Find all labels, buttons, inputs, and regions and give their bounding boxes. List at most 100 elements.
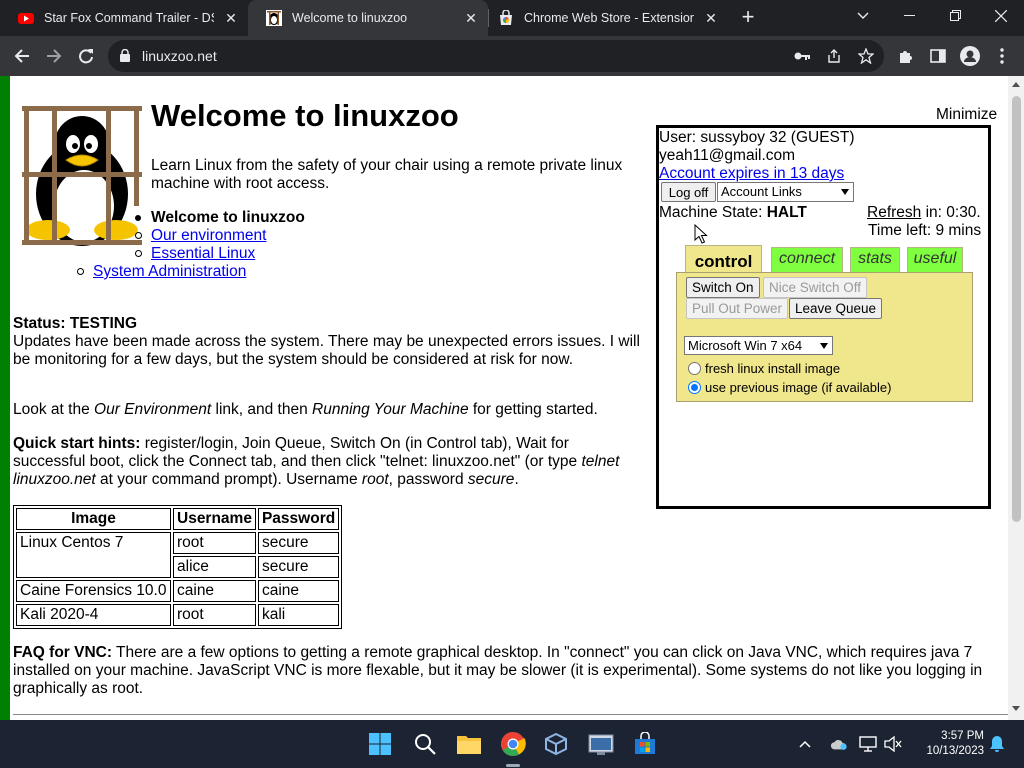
tab-chrome-web-store[interactable]: Chrome Web Store - Extensions ✕ (480, 0, 728, 36)
search-icon[interactable] (411, 730, 439, 758)
lookat-pre: Look at the (13, 401, 95, 418)
share-icon[interactable] (824, 46, 844, 66)
new-tab-button[interactable]: + (736, 6, 760, 30)
leave-queue-button[interactable]: Leave Queue (789, 298, 883, 319)
tab-useful[interactable]: useful (907, 247, 963, 273)
radio-previous-image[interactable] (688, 381, 701, 394)
minimize-window-icon[interactable] (886, 0, 932, 32)
radio-fresh-install[interactable] (688, 362, 701, 375)
show-hidden-icons-chevron-icon[interactable] (796, 735, 814, 753)
chrome-icon[interactable] (499, 730, 527, 758)
scroll-down-arrow-icon[interactable] (1012, 706, 1020, 711)
close-window-icon[interactable] (978, 0, 1024, 32)
table-row: Linux Centos 7 root secure (16, 532, 340, 578)
hints-text: at your command prompt). Username (95, 471, 362, 488)
bookmark-star-icon[interactable] (856, 46, 876, 66)
chrome-menu-icon[interactable] (988, 42, 1016, 70)
side-panel-icon[interactable] (924, 42, 952, 70)
hints-text: , password (388, 471, 468, 488)
chrome-running-indicator (506, 764, 520, 767)
refresh-countdown: Refresh in: 0:30. (867, 204, 981, 222)
nav-item-system-administration[interactable]: System Administration (77, 263, 246, 281)
bullet-circle (77, 268, 84, 275)
forward-arrow-icon[interactable] (40, 42, 68, 70)
nav-item-our-environment[interactable]: Our environment (135, 227, 266, 245)
tab-star-fox[interactable]: Star Fox Command Trailer - DS - ✕ (0, 0, 248, 36)
address-bar[interactable]: linuxzoo.net (108, 40, 884, 72)
remote-desktop-app-icon[interactable] (587, 730, 615, 758)
essential-linux-link[interactable]: Essential Linux (151, 245, 255, 262)
lock-icon[interactable] (120, 49, 130, 62)
mouse-pointer-icon (694, 224, 708, 244)
tab-title: Star Fox Command Trailer - DS - (44, 11, 214, 25)
tab-stats[interactable]: stats (850, 247, 900, 273)
intro-text: Learn Linux from the safety of your chai… (151, 157, 623, 192)
profile-avatar-icon[interactable] (956, 42, 984, 70)
switch-on-button[interactable]: Switch On (686, 277, 760, 298)
account-links-value: Account Links (721, 184, 802, 199)
refresh-link[interactable]: Refresh (867, 204, 921, 221)
reload-icon[interactable] (72, 42, 100, 70)
network-icon[interactable] (859, 735, 877, 753)
os-image-select[interactable]: Microsoft Win 7 x64 (684, 336, 833, 355)
system-administration-link[interactable]: System Administration (93, 263, 246, 280)
key-icon[interactable] (792, 46, 812, 66)
scrollbar-thumb[interactable] (1012, 96, 1021, 522)
refresh-in-text: in: 0:30. (921, 204, 981, 221)
bullet-circle (135, 250, 142, 257)
tab-title: Welcome to linuxzoo (292, 11, 408, 25)
back-arrow-icon[interactable] (8, 42, 36, 70)
nav-current-label: Welcome to linuxzoo (151, 209, 305, 226)
cell-username: root (173, 604, 256, 626)
minimize-panel-button[interactable]: Minimize (936, 106, 997, 124)
nice-switch-off-button[interactable]: Nice Switch Off (763, 277, 868, 298)
browser-toolbar: linuxzoo.net (0, 36, 1024, 76)
scroll-up-arrow-icon[interactable] (1012, 82, 1020, 87)
microsoft-store-icon[interactable] (631, 730, 659, 758)
os-image-value: Microsoft Win 7 x64 (688, 338, 803, 353)
volume-muted-icon[interactable] (884, 735, 902, 753)
account-expires-link[interactable]: Account expires in 13 days (659, 165, 844, 183)
account-links-select[interactable]: Account Links (717, 182, 854, 202)
page-scrollbar[interactable] (1008, 76, 1024, 720)
virtualbox-cube-icon[interactable] (542, 730, 570, 758)
system-clock[interactable]: 3:57 PM 10/13/2023 (904, 729, 984, 759)
machine-state-label: Machine State: (659, 204, 767, 221)
clock-date: 10/13/2023 (926, 745, 984, 757)
tab-search-chevron-icon[interactable] (840, 0, 886, 32)
our-environment-link[interactable]: Our environment (151, 227, 266, 244)
notification-bell-icon[interactable] (988, 735, 1006, 753)
user-email: yeah11@gmail.com (659, 147, 796, 164)
credentials-table: Image Username Password Linux Centos 7 r… (13, 505, 343, 629)
cell-username: alice (173, 556, 256, 578)
lookat-post: for getting started. (468, 401, 598, 418)
machine-state-value: HALT (766, 204, 807, 221)
tab-connect[interactable]: connect (771, 247, 843, 273)
hints-text: . (514, 471, 519, 488)
faq-vnc: FAQ for VNC: There are a few options to … (13, 644, 1008, 698)
machine-state: Machine State: HALT (659, 204, 807, 222)
table-header-row: Image Username Password (16, 508, 340, 530)
close-tab-icon[interactable]: ✕ (222, 9, 240, 27)
onedrive-cloud-icon[interactable] (830, 735, 848, 753)
close-tab-icon[interactable]: ✕ (462, 9, 480, 27)
tab-linuxzoo[interactable]: Welcome to linuxzoo ✕ (248, 0, 488, 36)
nav-item-essential-linux[interactable]: Essential Linux (135, 245, 255, 263)
log-off-button[interactable]: Log off (661, 182, 716, 202)
lookat-mid: link, and then (211, 401, 313, 418)
cell-image: Caine Forensics 10.0 (16, 580, 171, 602)
extensions-puzzle-icon[interactable] (892, 42, 920, 70)
column-header-password: Password (257, 508, 340, 530)
windows-start-icon[interactable] (366, 730, 394, 758)
tab-control[interactable]: control (685, 245, 762, 275)
close-tab-icon[interactable]: ✕ (702, 9, 720, 27)
hints-label: Quick start hints: (13, 435, 141, 452)
page-title: Welcome to linuxzoo (151, 98, 459, 133)
hints-password: secure (467, 471, 515, 488)
table-row: Caine Forensics 10.0 caine caine (16, 580, 340, 602)
linuxzoo-icon (266, 10, 282, 26)
file-explorer-icon[interactable] (455, 730, 483, 758)
restore-window-icon[interactable] (932, 0, 978, 32)
youtube-icon (18, 13, 34, 24)
pull-out-power-button[interactable]: Pull Out Power (686, 298, 789, 319)
